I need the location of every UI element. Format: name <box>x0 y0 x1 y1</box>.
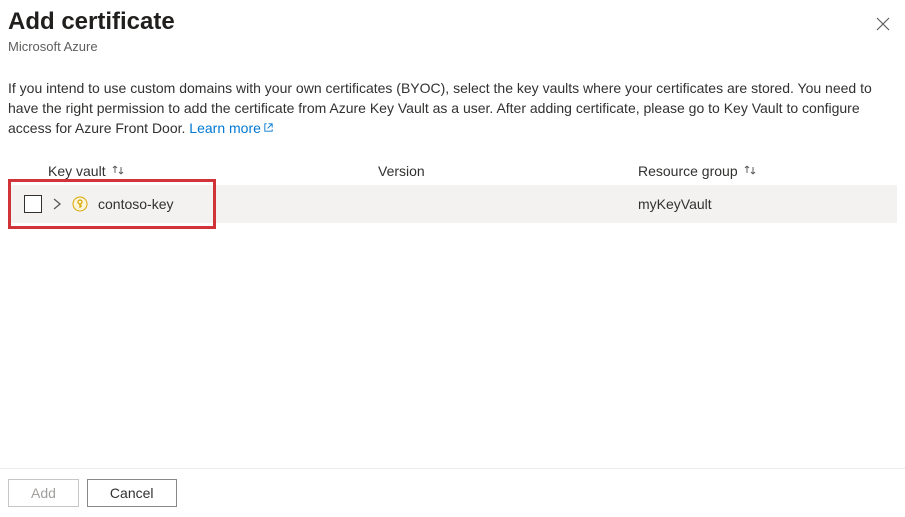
row-checkbox[interactable] <box>24 195 42 213</box>
row-resource-group: myKeyVault <box>638 196 897 212</box>
key-vault-table: Key vault Version Resource group <box>8 157 897 468</box>
expand-toggle[interactable] <box>52 197 62 211</box>
row-key-vault-name: contoso-key <box>98 196 173 212</box>
table-row[interactable]: contoso-key myKeyVault <box>8 185 897 223</box>
description-body: If you intend to use custom domains with… <box>8 80 872 137</box>
column-header-version[interactable]: Version <box>378 163 638 179</box>
page-title: Add certificate <box>8 8 175 37</box>
key-vault-icon <box>72 196 88 212</box>
cancel-button[interactable]: Cancel <box>87 479 177 507</box>
page-subtitle: Microsoft Azure <box>8 39 175 54</box>
description-text: If you intend to use custom domains with… <box>8 78 897 139</box>
chevron-right-icon <box>52 197 62 211</box>
sort-icon <box>744 163 756 179</box>
column-header-resource-group[interactable]: Resource group <box>638 163 897 179</box>
learn-more-link[interactable]: Learn more <box>189 120 274 136</box>
sort-icon <box>112 163 124 179</box>
close-button[interactable] <box>871 12 895 36</box>
external-link-icon <box>263 118 274 138</box>
close-icon <box>876 17 890 31</box>
column-header-key-vault[interactable]: Key vault <box>8 163 378 179</box>
add-button[interactable]: Add <box>8 479 79 507</box>
